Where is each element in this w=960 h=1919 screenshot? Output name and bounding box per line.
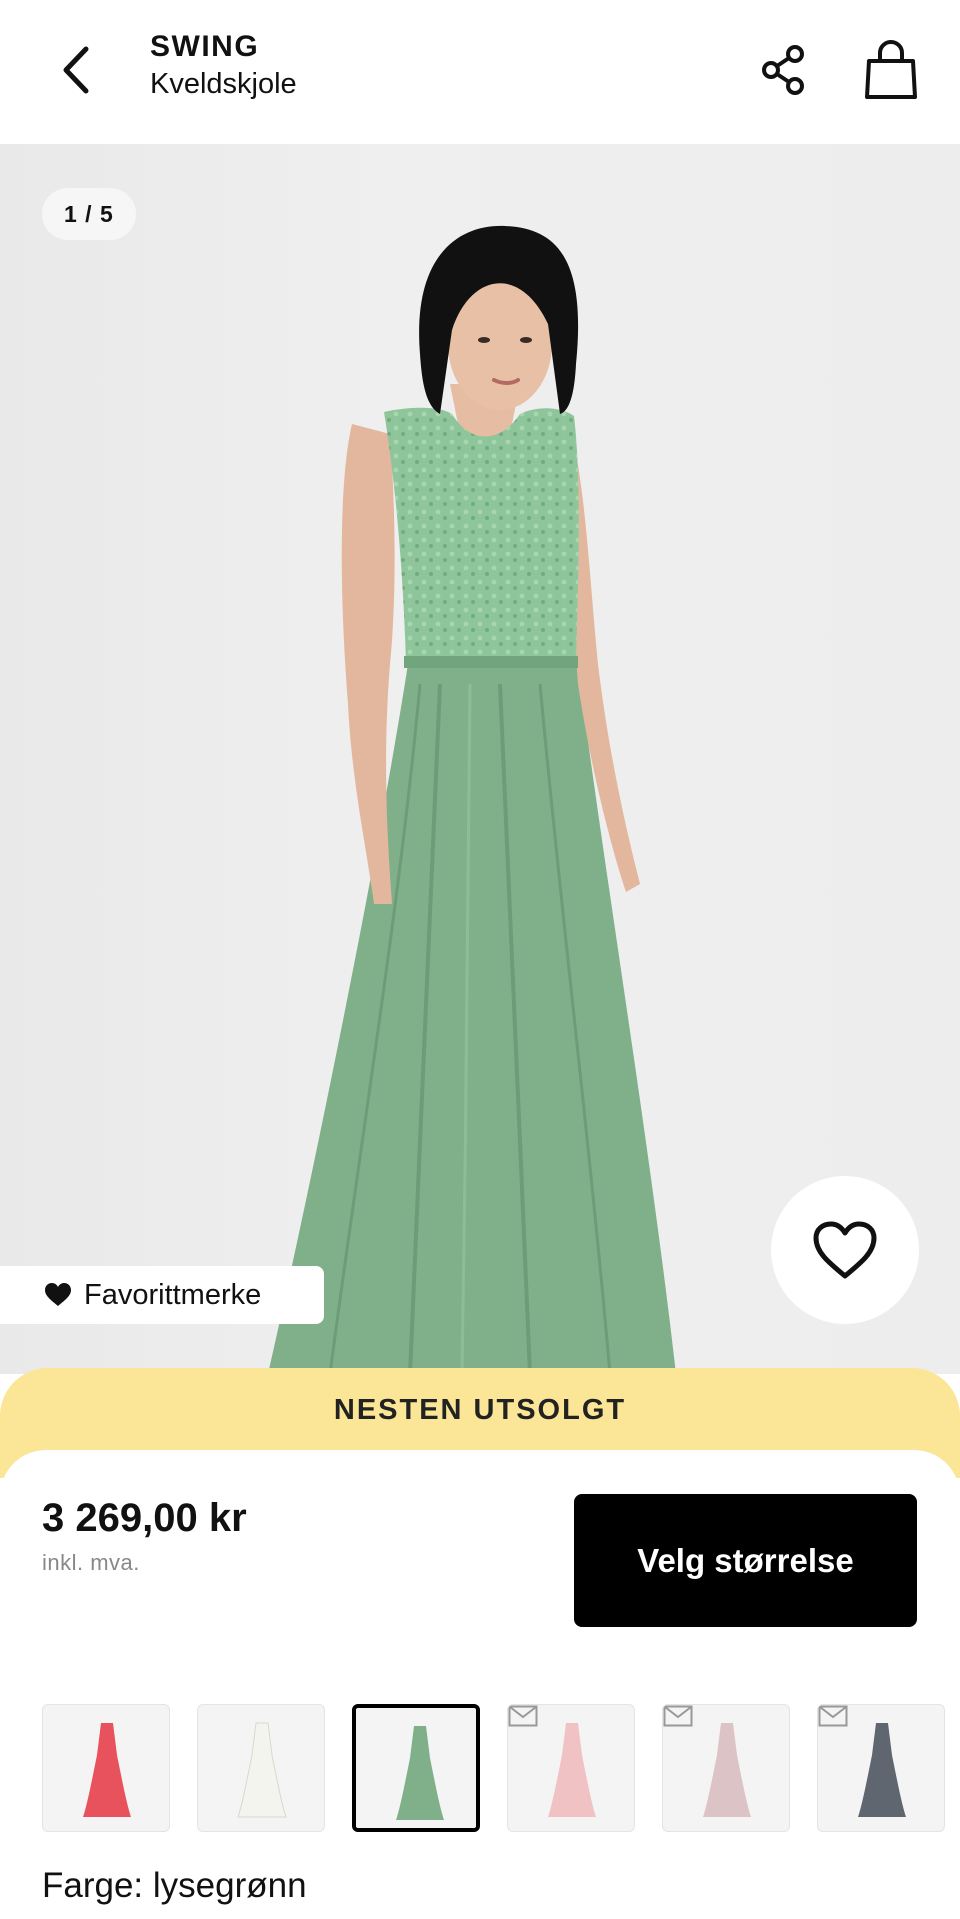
top-bar: SWING Kveldskjole (0, 0, 960, 144)
image-counter: 1 / 5 (42, 188, 136, 240)
purchase-sheet: 3 269,00 kr inkl. mva. Velg størrelse Fa… (0, 1450, 960, 1919)
envelope-icon (663, 1705, 693, 1727)
heart-filled-icon (45, 1283, 71, 1306)
dress-thumbnail (237, 1722, 287, 1818)
select-size-button[interactable]: Velg størrelse (574, 1494, 917, 1627)
envelope-icon (508, 1705, 538, 1727)
color-swatch[interactable] (507, 1704, 635, 1832)
color-swatch[interactable] (662, 1704, 790, 1832)
favorite-label-tag[interactable]: Favorittmerke (0, 1266, 324, 1324)
low-stock-text: NESTEN UTSOLGT (333, 1394, 627, 1426)
color-swatch[interactable] (42, 1704, 170, 1832)
price: 3 269,00 kr (42, 1496, 247, 1540)
brand-name: SWING (150, 30, 260, 63)
dress-thumbnail (396, 1726, 444, 1820)
share-icon (762, 45, 804, 95)
heart-outline-icon (813, 1221, 877, 1279)
title-block: SWING Kveldskjole (150, 30, 297, 101)
color-swatch[interactable] (197, 1704, 325, 1832)
color-swatch[interactable] (817, 1704, 945, 1832)
color-swatch[interactable] (352, 1704, 480, 1832)
favorite-button[interactable] (771, 1176, 919, 1324)
dress-thumbnail (83, 1723, 131, 1817)
envelope-icon (818, 1705, 848, 1727)
back-button[interactable] (48, 40, 104, 100)
share-button[interactable] (754, 40, 814, 100)
shopping-bag-button[interactable] (860, 38, 922, 102)
vat-note: inkl. mva. (42, 1550, 140, 1575)
favorite-label: Favorittmerke (84, 1278, 262, 1311)
back-arrow-icon (63, 46, 89, 94)
shopping-bag-icon (865, 40, 917, 99)
product-image[interactable]: 1 / 5 Favorittmerke (0, 144, 960, 1374)
color-swatches (42, 1704, 960, 1834)
color-label: Farge: lysegrønn (42, 1866, 307, 1905)
product-type: Kveldskjole (150, 68, 297, 100)
